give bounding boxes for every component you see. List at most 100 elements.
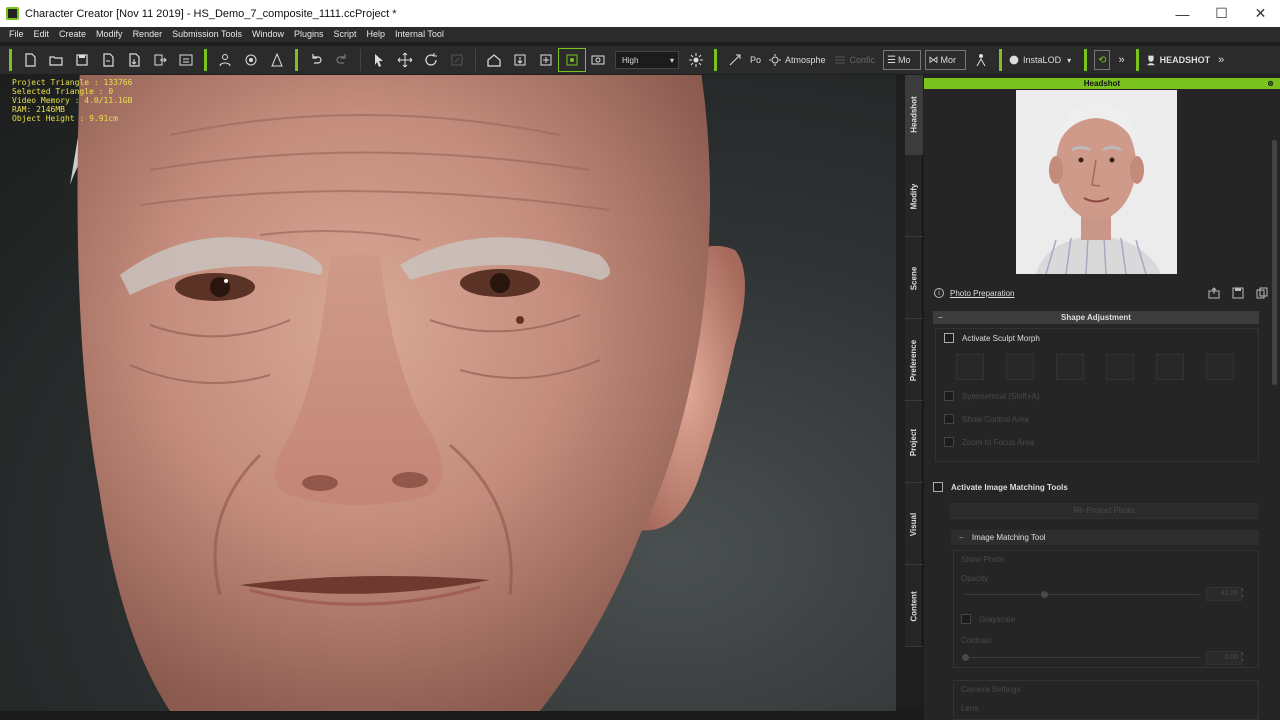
- pose-label[interactable]: Po: [750, 55, 761, 65]
- contrast-slider-track: [964, 657, 1199, 658]
- morph-icon[interactable]: [238, 49, 264, 71]
- activate-image-matching-row[interactable]: Activate Image Matching Tools: [933, 482, 1068, 492]
- toolbar-separator: [9, 49, 12, 71]
- menu-help[interactable]: Help: [362, 27, 391, 42]
- menu-internal-tool[interactable]: Internal Tool: [390, 27, 449, 42]
- 3d-viewport[interactable]: Project Triangle : 133766 Selected Trian…: [0, 75, 896, 711]
- toolbar-separator: [999, 49, 1003, 71]
- menu-script[interactable]: Script: [329, 27, 362, 42]
- menu-create[interactable]: Create: [54, 27, 91, 42]
- collapse-icon: −: [959, 533, 964, 542]
- quality-value: High: [622, 55, 639, 65]
- rotate-icon[interactable]: [418, 49, 444, 71]
- chevron-down-icon[interactable]: ▾: [1067, 56, 1071, 65]
- shape-adjustment-section[interactable]: − Shape Adjustment: [933, 311, 1259, 324]
- head-render-image: [70, 75, 745, 711]
- select-arrow-icon[interactable]: [366, 49, 392, 71]
- minimize-button[interactable]: —: [1163, 0, 1202, 27]
- sliders-icon: ☰: [887, 54, 897, 66]
- symmetrical-row: Symmetrical (Shift+A): [944, 391, 1040, 401]
- fit-view-icon[interactable]: [558, 48, 586, 72]
- image-matching-tool-section[interactable]: − Image Matching Tool: [951, 530, 1259, 545]
- modifier-button-1[interactable]: ☰ Mo: [883, 50, 921, 70]
- quality-select[interactable]: High ▾: [615, 51, 679, 69]
- redo-icon[interactable]: [329, 49, 355, 71]
- atmosphere-icon[interactable]: [767, 49, 783, 71]
- export-icon[interactable]: [121, 49, 147, 71]
- more-button[interactable]: »: [1218, 54, 1224, 66]
- panel-header: Headshot ⊗: [924, 78, 1280, 89]
- plugin-button[interactable]: ⟲: [1094, 50, 1111, 70]
- main-toolbar: High ▾ Po Atmosphe Confic ☰ Mo ⋈ Mor Inst…: [0, 46, 1280, 74]
- pose-icon[interactable]: [264, 49, 290, 71]
- panel-scrollbar[interactable]: [1272, 140, 1277, 385]
- camera-view-icon[interactable]: [585, 49, 611, 71]
- mod2-label: Mor: [940, 55, 957, 65]
- show-photo-label: Show Photo: [961, 555, 1005, 564]
- window-title: Character Creator [Nov 11 2019] - HS_Dem…: [25, 7, 397, 20]
- headshot-icon[interactable]: [1144, 49, 1158, 71]
- new-file-icon[interactable]: [17, 49, 43, 71]
- config-icon[interactable]: [832, 49, 848, 71]
- open-folder-icon[interactable]: [43, 49, 69, 71]
- panel-close-icon[interactable]: ⊗: [1267, 78, 1274, 89]
- menu-modify[interactable]: Modify: [91, 27, 128, 42]
- menu-render[interactable]: Render: [128, 27, 168, 42]
- home-icon[interactable]: [481, 49, 507, 71]
- menu-edit[interactable]: Edit: [29, 27, 55, 42]
- toolbar-separator: [714, 49, 717, 71]
- tab-headshot[interactable]: Headshot: [905, 75, 923, 155]
- photo-actions: [1206, 286, 1270, 300]
- tab-project[interactable]: Project: [905, 403, 923, 483]
- info-icon[interactable]: i: [934, 288, 944, 298]
- send-icon[interactable]: [147, 49, 173, 71]
- mod1-label: Mo: [898, 55, 911, 65]
- atmosphere-label[interactable]: Atmosphe: [785, 55, 826, 65]
- activate-sculpt-morph-checkbox[interactable]: [944, 333, 954, 343]
- config-label[interactable]: Confic: [850, 55, 876, 65]
- toolbar-separator: [360, 49, 361, 71]
- toolbar-separator: [1084, 49, 1088, 71]
- menu-plugins[interactable]: Plugins: [289, 27, 329, 42]
- more-button[interactable]: »: [1118, 54, 1124, 66]
- activate-sculpt-morph-row[interactable]: Activate Sculpt Morph: [944, 333, 1040, 343]
- undo-icon[interactable]: [303, 49, 329, 71]
- drop-to-floor-icon[interactable]: [507, 49, 533, 71]
- tab-scene[interactable]: Scene: [905, 239, 923, 319]
- instalod-label[interactable]: InstaLOD: [1023, 55, 1061, 65]
- compare-photo-icon[interactable]: [1254, 286, 1270, 300]
- toolbar-separator: [475, 49, 476, 71]
- render-settings-icon[interactable]: [173, 49, 199, 71]
- activate-image-matching-checkbox[interactable]: [933, 482, 943, 492]
- save-photo-icon[interactable]: [1230, 286, 1246, 300]
- frame-selected-icon[interactable]: [533, 49, 559, 71]
- move-icon[interactable]: [392, 49, 418, 71]
- maximize-button[interactable]: ☐: [1202, 0, 1241, 27]
- symmetrical-label: Symmetrical (Shift+A): [962, 391, 1040, 401]
- grayscale-label: Grayscale: [979, 614, 1016, 624]
- tab-visual[interactable]: Visual: [905, 485, 923, 565]
- light-icon[interactable]: [683, 49, 709, 71]
- tab-content-label: Content: [909, 591, 919, 622]
- save-icon[interactable]: [69, 49, 95, 71]
- tab-preference[interactable]: Preference: [905, 321, 923, 401]
- menu-file[interactable]: File: [4, 27, 29, 42]
- menu-window[interactable]: Window: [247, 27, 289, 42]
- import-icon[interactable]: [95, 49, 121, 71]
- character-icon[interactable]: [212, 49, 238, 71]
- rig-icon[interactable]: [968, 49, 994, 71]
- load-photo-icon[interactable]: [1206, 286, 1222, 300]
- headshot-label[interactable]: HEADSHOT: [1160, 55, 1211, 65]
- instalod-icon[interactable]: [1007, 49, 1021, 71]
- toolbar-separator: [204, 49, 207, 71]
- tab-content[interactable]: Content: [905, 567, 923, 647]
- menu-submission-tools[interactable]: Submission Tools: [167, 27, 247, 42]
- opacity-slider-handle: [1041, 591, 1048, 598]
- photo-preparation-link[interactable]: Photo Preparation: [950, 289, 1015, 298]
- reference-photo-image: [1016, 90, 1177, 274]
- close-button[interactable]: ✕: [1241, 0, 1280, 27]
- scale-icon[interactable]: [444, 49, 470, 71]
- modifier-button-2[interactable]: ⋈ Mor: [924, 50, 967, 70]
- pose-tool-icon[interactable]: [722, 49, 748, 71]
- tab-modify[interactable]: Modify: [905, 157, 923, 237]
